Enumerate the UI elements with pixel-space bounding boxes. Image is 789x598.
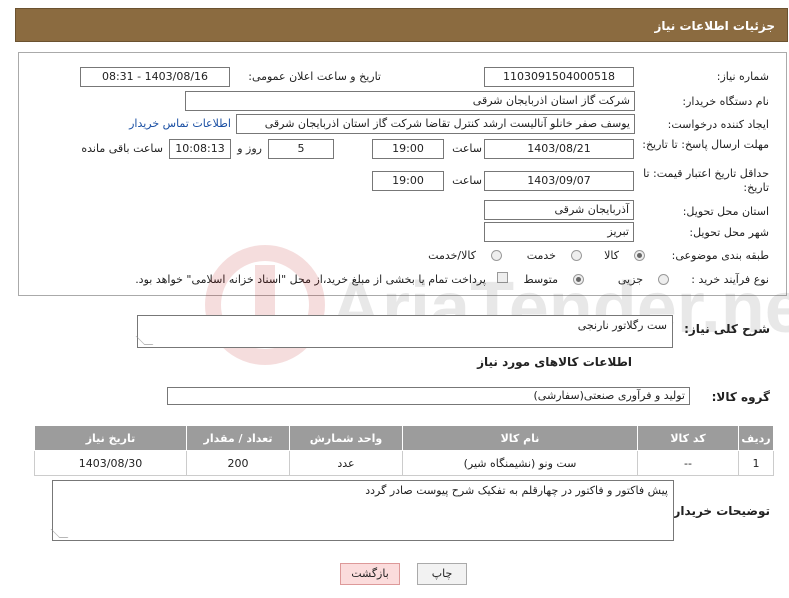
col-row-number: ردیف <box>738 425 774 451</box>
category-label: طبقه بندی موضوعی: <box>671 249 769 262</box>
cell-quantity: 200 <box>186 450 290 476</box>
cell-unit: عدد <box>289 450 403 476</box>
buyer-notes-field: پیش فاکتور و فاکتور در چهارقلم به تفکیک … <box>50 480 674 541</box>
days-label: روز و <box>237 142 262 155</box>
remaining-time-label: ساعت باقی مانده <box>81 142 163 155</box>
need-description-field: ست رگلاتور نارنجی <box>135 315 673 348</box>
goods-section-title: اطلاعات کالاهای مورد نیاز <box>477 355 632 369</box>
buyer-org-label: نام دستگاه خریدار: <box>682 95 769 108</box>
validity-date-field: 1403/09/07 <box>484 171 634 191</box>
deadline-time-label: ساعت <box>452 142 482 155</box>
goods-group-label: گروه کالا: <box>711 390 770 404</box>
category-goods-radio[interactable] <box>634 250 645 261</box>
process-type-label: نوع فرآیند خرید : <box>691 273 769 286</box>
cell-row-number: 1 <box>738 450 774 476</box>
category-goods-service-label: کالا/خدمت <box>428 249 476 262</box>
days-remaining-field: 5 <box>268 139 334 159</box>
goods-table-header: ردیف کد کالا نام کالا واحد شمارش تعداد /… <box>34 425 774 451</box>
process-medium-label: متوسط <box>523 273 558 286</box>
goods-table: ردیف کد کالا نام کالا واحد شمارش تعداد /… <box>34 425 774 476</box>
need-description-label: شرح کلی نیاز: <box>684 322 770 336</box>
province-label: استان محل تحویل: <box>682 205 769 218</box>
deadline-time-field: 19:00 <box>372 139 444 159</box>
validity-time-field: 19:00 <box>372 171 444 191</box>
category-service-radio[interactable] <box>571 250 582 261</box>
table-row: 1 -- ست ونو (نشیمنگاه شیر) عدد 200 1403/… <box>34 450 774 476</box>
buyer-contact-link[interactable]: اطلاعات تماس خریدار <box>129 117 231 130</box>
col-unit: واحد شمارش <box>289 425 403 451</box>
resize-grip-icon[interactable] <box>135 336 154 345</box>
treasury-payment-checkbox[interactable] <box>497 272 508 283</box>
col-need-date: تاریخ نیاز <box>34 425 187 451</box>
announce-date-label: تاریخ و ساعت اعلان عمومی: <box>248 70 381 83</box>
need-number-field: 1103091504000518 <box>484 67 634 87</box>
validity-time-label: ساعت <box>452 174 482 187</box>
process-minor-radio[interactable] <box>658 274 669 285</box>
col-item-name: نام کالا <box>402 425 638 451</box>
deadline-date-field: 1403/08/21 <box>484 139 634 159</box>
cell-need-date: 1403/08/30 <box>34 450 187 476</box>
city-label: شهر محل تحویل: <box>689 226 769 239</box>
category-service-label: خدمت <box>526 249 556 262</box>
col-item-code: کد کالا <box>637 425 739 451</box>
print-button[interactable]: چاپ <box>417 563 467 585</box>
category-goods-service-radio[interactable] <box>491 250 502 261</box>
process-medium-radio[interactable] <box>573 274 584 285</box>
buyer-notes-text: پیش فاکتور و فاکتور در چهارقلم به تفکیک … <box>365 484 668 497</box>
back-button[interactable]: بازگشت <box>340 563 400 585</box>
deadline-label: مهلت ارسال پاسخ: تا تاریخ: <box>642 138 769 151</box>
city-field: تبریز <box>484 222 634 242</box>
cell-item-code: -- <box>637 450 739 476</box>
need-number-label: شماره نیاز: <box>716 70 769 83</box>
buyer-notes-label: توضیحات خریدار: <box>668 504 770 518</box>
process-minor-label: جزیی <box>617 273 643 286</box>
treasury-payment-note: پرداخت تمام یا بخشی از مبلغ خرید،از محل … <box>135 273 486 286</box>
remaining-time-field: 10:08:13 <box>169 139 231 159</box>
page-title: جزئیات اطلاعات نیاز <box>15 8 788 42</box>
col-quantity: تعداد / مقدار <box>186 425 290 451</box>
resize-grip-icon[interactable] <box>50 529 69 538</box>
cell-item-name: ست ونو (نشیمنگاه شیر) <box>402 450 638 476</box>
goods-group-field: تولید و فرآوری صنعتی(سفارشی) <box>167 387 690 405</box>
price-validity-label: حداقل تاریخ اعتبار قیمت: تا تاریخ: <box>643 167 769 194</box>
province-field: آذربایجان شرقی <box>484 200 634 220</box>
announce-date-field: 1403/08/16 - 08:31 <box>80 67 230 87</box>
need-description-text: ست رگلاتور نارنجی <box>577 319 667 332</box>
requester-field: یوسف صفر خانلو آنالیست ارشد کنترل تقاضا … <box>236 114 635 134</box>
buyer-org-field: شرکت گاز استان اذربایجان شرقی <box>185 91 635 111</box>
requester-label: ایجاد کننده درخواست: <box>667 118 769 131</box>
category-goods-label: کالا <box>604 249 619 262</box>
